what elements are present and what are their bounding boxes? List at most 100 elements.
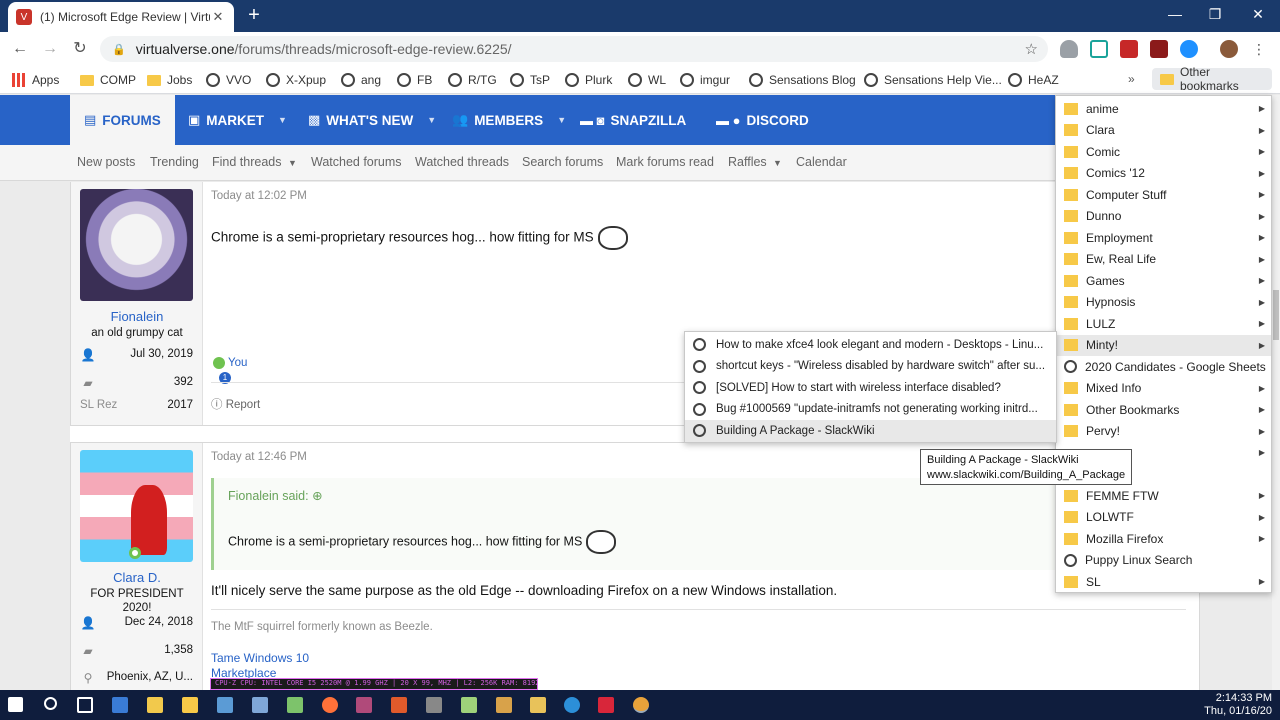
username[interactable]: Fionalein <box>71 309 203 324</box>
submenu-item-bug[interactable]: Bug #1000569 "update-initramfs not gener… <box>685 399 1056 421</box>
bookmark-sensations-blog[interactable]: Sensations Blog <box>749 71 856 89</box>
chevron-down-icon[interactable]: ▼ <box>278 115 287 125</box>
bookmark-star-icon[interactable]: ☆ <box>1025 40 1038 58</box>
page-scrollbar[interactable] <box>1272 95 1280 690</box>
menu-item-puppy-linux-search[interactable]: Puppy Linux Search <box>1056 550 1271 572</box>
taskbar-notes-icon[interactable] <box>147 697 163 713</box>
scrollbar-thumb[interactable] <box>1273 290 1279 340</box>
bookmark-x-xpup[interactable]: X-Xpup <box>266 71 326 89</box>
menu-item-2020-candidates[interactable]: 2020 Candidates - Google Sheets <box>1056 356 1271 378</box>
taskbar-app-icon[interactable] <box>252 697 268 713</box>
submenu-item-shortcut-keys[interactable]: shortcut keys - "Wireless disabled by ha… <box>685 356 1056 378</box>
taskbar-doc-icon[interactable] <box>217 697 233 713</box>
tab-forums[interactable]: ▤ FORUMS <box>70 95 175 145</box>
menu-kebab-icon[interactable]: ⋮ <box>1252 40 1266 58</box>
submenu-item-xfce4[interactable]: How to make xfce4 look elegant and moder… <box>685 334 1056 356</box>
tab-whats-new[interactable]: ▩ WHAT'S NEW ▼ <box>294 95 450 145</box>
close-window-button[interactable]: ✕ <box>1248 6 1268 23</box>
bookmark-plurk[interactable]: Plurk <box>565 71 612 89</box>
bookmark-tsp[interactable]: TsP <box>510 71 550 89</box>
bookmark-apps[interactable]: Apps <box>12 71 59 89</box>
subnav-find-threads[interactable]: Find threads <box>212 155 281 169</box>
menu-item-computer-stuff[interactable]: Computer Stuff ▶ <box>1056 184 1271 206</box>
firefox-icon[interactable] <box>322 697 338 713</box>
report-link[interactable]: ⓘ Report <box>211 396 260 412</box>
ublock-extension-icon[interactable] <box>1150 40 1168 58</box>
chevron-down-icon[interactable]: ▼ <box>427 115 436 125</box>
profile-avatar[interactable] <box>1220 40 1238 58</box>
bookmark-jobs[interactable]: Jobs <box>147 71 192 89</box>
subnav-raffles[interactable]: Raffles <box>728 155 767 169</box>
menu-item-hypnosis[interactable]: Hypnosis ▶ <box>1056 292 1271 314</box>
menu-item-comic[interactable]: Comic ▶ <box>1056 141 1271 163</box>
tab-market[interactable]: ▣ MARKET ▼ <box>174 95 301 145</box>
avatar[interactable] <box>80 189 193 301</box>
subnav-search-forums[interactable]: Search forums <box>522 155 603 169</box>
cpuz-banner[interactable]: CPU-Z CPU: INTEL CORE I5 2520M @ 1.99 GH… <box>210 678 538 690</box>
menu-item-other-bookmarks[interactable]: Other Bookmarks ▶ <box>1056 399 1271 421</box>
search-icon[interactable] <box>44 697 57 710</box>
menu-item-employment[interactable]: Employment ▶ <box>1056 227 1271 249</box>
bookmark-fb[interactable]: FB <box>397 71 432 89</box>
tab-snapzilla[interactable]: ▬ ◙ SNAPZILLA <box>566 95 700 145</box>
submenu-item-wireless[interactable]: [SOLVED] How to start with wireless inte… <box>685 377 1056 399</box>
bookmark-ang[interactable]: ang <box>341 71 381 89</box>
task-view-icon[interactable] <box>77 697 93 713</box>
edge-icon[interactable] <box>564 697 580 713</box>
tab-discord[interactable]: ▬ ● DISCORD <box>702 95 823 145</box>
tab-close-icon[interactable]: ✕ <box>210 9 226 25</box>
save-extension-icon[interactable] <box>1090 40 1108 58</box>
taskbar-app-icon[interactable] <box>530 697 546 713</box>
chevron-down-icon[interactable]: ▼ <box>773 158 782 168</box>
taskbar-app-icon[interactable] <box>426 697 442 713</box>
windows-start-icon[interactable] <box>8 697 23 712</box>
chevron-down-icon[interactable]: ▼ <box>557 115 566 125</box>
chrome-icon[interactable] <box>633 697 649 713</box>
browser-tab[interactable]: V (1) Microsoft Edge Review | Virtu ✕ <box>8 2 234 32</box>
post-time[interactable]: Today at 12:46 PM <box>211 451 307 463</box>
quote-author[interactable]: Fionalein said: ⊕ <box>228 488 323 503</box>
reload-button[interactable]: ↻ <box>70 40 90 60</box>
post-time[interactable]: Today at 12:02 PM <box>211 190 307 202</box>
address-bar[interactable]: 🔒 virtualverse.one /forums/threads/micro… <box>100 36 1048 62</box>
calendar-extension-icon[interactable] <box>1120 40 1138 58</box>
menu-item-minty[interactable]: Minty! ▶ <box>1056 334 1271 356</box>
back-button[interactable]: ← <box>10 40 30 60</box>
maximize-button[interactable]: ❐ <box>1205 6 1225 23</box>
menu-item-anime[interactable]: anime ▶ <box>1056 98 1271 120</box>
username[interactable]: Clara D. <box>71 570 203 585</box>
tab-members[interactable]: 👥 MEMBERS ▼ <box>438 95 580 145</box>
bookmark-wl[interactable]: WL <box>628 71 666 89</box>
taskbar-app-icon[interactable] <box>356 697 372 713</box>
bookmark-rtg[interactable]: R/TG <box>448 71 497 89</box>
signature-link-tame-windows[interactable]: Tame Windows 10 <box>211 651 309 665</box>
vivaldi-icon[interactable] <box>598 697 614 713</box>
forward-button[interactable]: → <box>40 40 60 60</box>
menu-item-lolwtf[interactable]: LOLWTF ▶ <box>1056 507 1271 529</box>
menu-item-ew-real-life[interactable]: Ew, Real Life ▶ <box>1056 249 1271 271</box>
bookmarks-overflow-button[interactable]: » <box>1128 72 1135 86</box>
menu-item-lulz[interactable]: LULZ ▶ <box>1056 313 1271 335</box>
bookmark-vvo[interactable]: VVO <box>206 71 251 89</box>
menu-item-comics-12[interactable]: Comics '12 ▶ <box>1056 163 1271 185</box>
menu-item-mozilla-firefox[interactable]: Mozilla Firefox ▶ <box>1056 528 1271 550</box>
taskbar-app-icon[interactable] <box>112 697 128 713</box>
taskbar-app-icon[interactable] <box>496 697 512 713</box>
sync-extension-icon[interactable] <box>1180 40 1198 58</box>
menu-item-femme-ftw[interactable]: FEMME FTW ▶ <box>1056 485 1271 507</box>
menu-item-sl[interactable]: SL ▶ <box>1056 571 1271 593</box>
system-clock[interactable]: 2:14:33 PM Thu, 01/16/20 <box>1204 692 1272 718</box>
subnav-trending[interactable]: Trending <box>150 155 199 169</box>
reaction-bar[interactable]: You <box>213 357 247 369</box>
bookmark-heaz[interactable]: HeAZ <box>1008 71 1059 89</box>
bookmark-sensations-help[interactable]: Sensations Help Vie... <box>864 71 1002 89</box>
chevron-down-icon[interactable]: ▼ <box>288 158 297 168</box>
subnav-mark-forums-read[interactable]: Mark forums read <box>616 155 714 169</box>
submenu-item-slackwiki[interactable]: Building A Package - SlackWiki <box>685 420 1056 442</box>
bookmark-comp[interactable]: COMP <box>80 71 136 89</box>
menu-item-mixed-info[interactable]: Mixed Info ▶ <box>1056 378 1271 400</box>
shield-extension-icon[interactable] <box>1060 40 1078 58</box>
bookmark-imgur[interactable]: imgur <box>680 71 730 89</box>
minimize-button[interactable]: — <box>1165 6 1185 22</box>
new-tab-button[interactable]: + <box>244 5 264 26</box>
